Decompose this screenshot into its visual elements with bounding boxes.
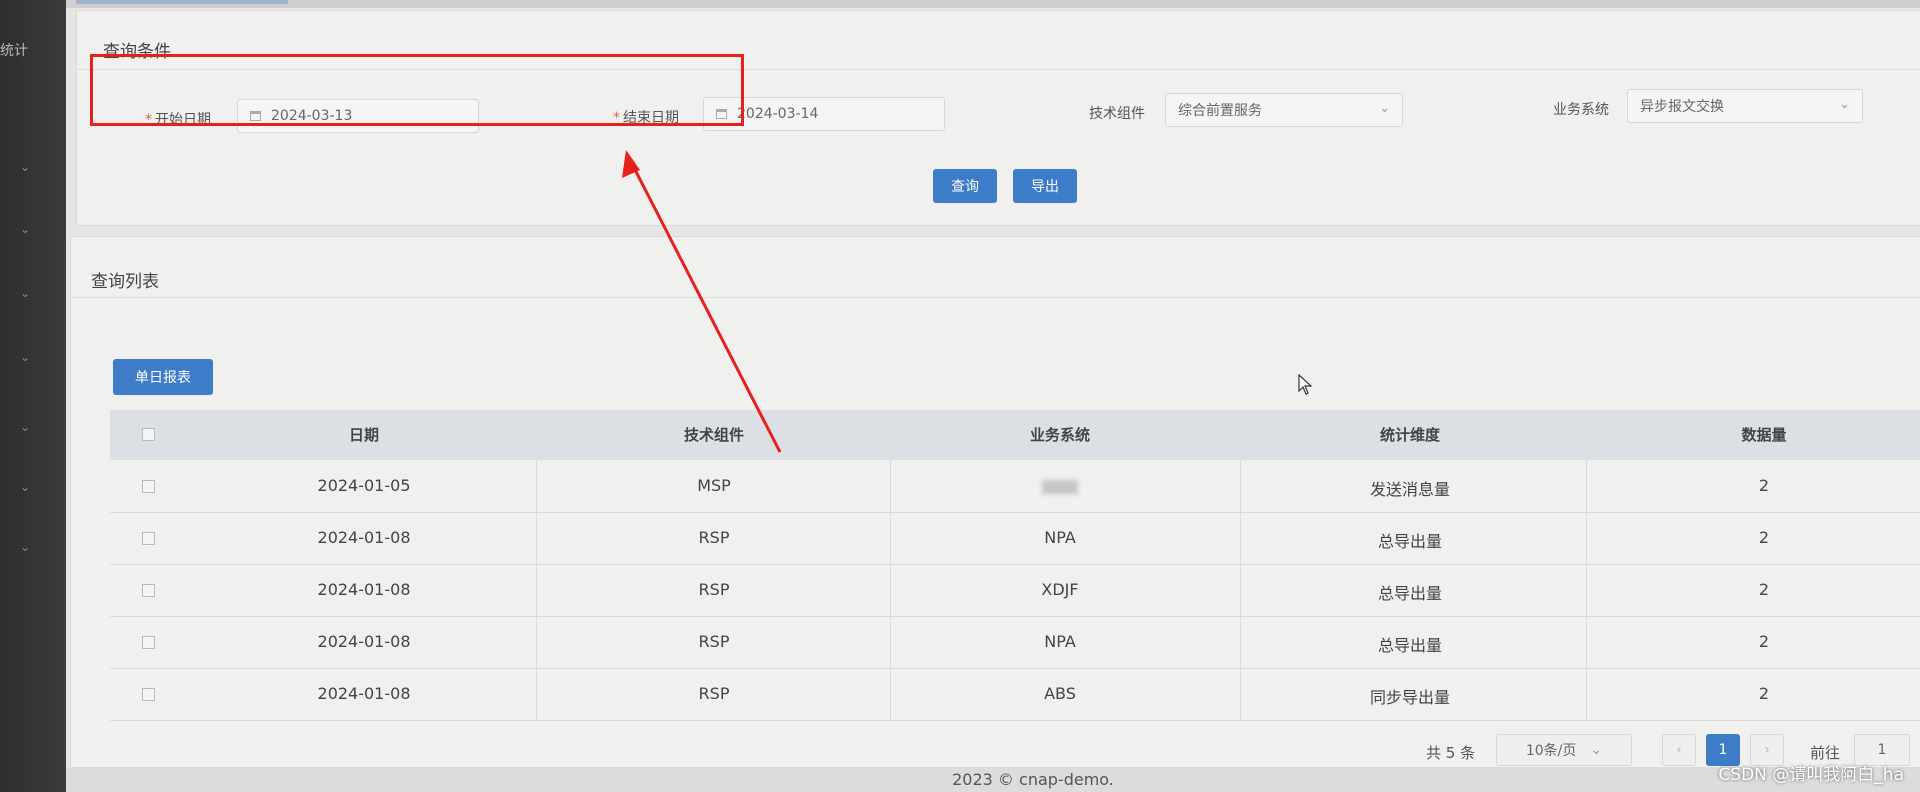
chevron-down-icon[interactable]: ⌄ bbox=[20, 420, 30, 434]
cell-component: MSP bbox=[697, 476, 731, 495]
redacted-value bbox=[1042, 479, 1078, 494]
cell-component: RSP bbox=[698, 528, 730, 547]
watermark: CSDN @请叫我阿白_ha bbox=[1718, 765, 1904, 785]
cell-date: 2024-01-08 bbox=[317, 684, 411, 703]
tech-component-select[interactable]: 综合前置服务 ⌄ bbox=[1165, 93, 1403, 127]
divider bbox=[71, 297, 1920, 298]
cell-date: 2024-01-05 bbox=[317, 476, 411, 495]
cell-count: 2 bbox=[1758, 528, 1770, 547]
active-tab-indicator bbox=[76, 0, 288, 4]
cell-date: 2024-01-08 bbox=[317, 632, 411, 651]
business-system-select[interactable]: 异步报文交换 ⌄ bbox=[1627, 89, 1863, 123]
column-divider bbox=[1240, 460, 1241, 720]
chevron-down-icon: ⌄ bbox=[1839, 97, 1850, 112]
cell-component: RSP bbox=[698, 632, 730, 651]
row-checkbox[interactable] bbox=[142, 480, 155, 493]
row-checkbox[interactable] bbox=[142, 584, 155, 597]
cell-dimension: 发送消息量 bbox=[1369, 480, 1451, 499]
column-divider bbox=[890, 460, 891, 720]
cell-system: XDJF bbox=[1041, 580, 1079, 599]
cell-dimension: 总导出量 bbox=[1377, 584, 1443, 603]
column-header-system[interactable]: 业务系统 bbox=[1030, 424, 1090, 445]
annotation-highlight-box bbox=[90, 54, 744, 126]
chevron-down-icon[interactable]: ⌄ bbox=[20, 480, 30, 494]
cell-system: NPA bbox=[1044, 632, 1076, 651]
sidebar: 统计 ⌄ ⌄ ⌄ ⌄ ⌄ ⌄ ⌄ bbox=[0, 0, 66, 792]
table-row[interactable]: 2024-01-08 RSP NPA 总导出量 2 bbox=[110, 616, 1920, 669]
footer: 2023 © cnap-demo. bbox=[66, 768, 1920, 792]
table-row[interactable]: 2024-01-05 MSP 发送消息量 2 bbox=[110, 460, 1920, 513]
chevron-down-icon[interactable]: ⌄ bbox=[20, 540, 30, 554]
cell-component: RSP bbox=[698, 684, 730, 703]
table-row[interactable]: 2024-01-08 RSP XDJF 总导出量 2 bbox=[110, 564, 1920, 617]
cell-system bbox=[1042, 476, 1078, 495]
cell-count: 2 bbox=[1758, 684, 1770, 703]
cell-dimension: 同步导出量 bbox=[1369, 688, 1451, 707]
prev-page-button[interactable]: ‹ bbox=[1662, 734, 1696, 766]
cell-system: NPA bbox=[1044, 528, 1076, 547]
query-button[interactable]: 查询 bbox=[933, 169, 997, 203]
cell-count: 2 bbox=[1758, 476, 1770, 495]
row-checkbox[interactable] bbox=[142, 688, 155, 701]
cell-count: 2 bbox=[1758, 632, 1770, 651]
cell-date: 2024-01-08 bbox=[317, 580, 411, 599]
select-all-checkbox[interactable] bbox=[142, 428, 155, 441]
column-header-dimension[interactable]: 统计维度 bbox=[1380, 424, 1440, 445]
page-size-select[interactable]: 10条/页 ⌄ bbox=[1496, 734, 1632, 766]
cell-dimension: 总导出量 bbox=[1377, 636, 1443, 655]
mouse-cursor-icon bbox=[1298, 374, 1313, 395]
table-row[interactable]: 2024-01-08 RSP ABS 同步导出量 2 bbox=[110, 668, 1920, 721]
pagination-total: 共 5 条 bbox=[1426, 744, 1476, 762]
tech-component-label: 技术组件 bbox=[1089, 106, 1145, 122]
chevron-down-icon[interactable]: ⌄ bbox=[20, 286, 30, 300]
chevron-down-icon[interactable]: ⌄ bbox=[20, 160, 30, 174]
column-header-date[interactable]: 日期 bbox=[349, 424, 379, 445]
list-card-title: 查询列表 bbox=[91, 272, 159, 292]
footer-text: 2023 © cnap-demo. bbox=[952, 770, 1114, 789]
chevron-down-icon: ⌄ bbox=[1379, 101, 1390, 116]
cell-date: 2024-01-08 bbox=[317, 528, 411, 547]
column-divider bbox=[1586, 460, 1587, 720]
tab-strip bbox=[66, 0, 1920, 8]
annotation-arrow-icon bbox=[622, 150, 782, 453]
row-checkbox[interactable] bbox=[142, 532, 155, 545]
chevron-down-icon[interactable]: ⌄ bbox=[20, 222, 30, 236]
table-row[interactable]: 2024-01-08 RSP NPA 总导出量 2 bbox=[110, 512, 1920, 565]
cell-system: ABS bbox=[1044, 684, 1076, 703]
cell-count: 2 bbox=[1758, 580, 1770, 599]
daily-report-button[interactable]: 单日报表 bbox=[113, 359, 213, 395]
chevron-down-icon: ⌄ bbox=[1590, 742, 1603, 758]
chevron-down-icon[interactable]: ⌄ bbox=[20, 350, 30, 364]
export-button[interactable]: 导出 bbox=[1013, 169, 1077, 203]
column-header-count[interactable]: 数据量 bbox=[1741, 424, 1786, 445]
table-header: 日期 技术组件 业务系统 统计维度 数据量 bbox=[110, 410, 1920, 460]
column-divider bbox=[536, 460, 537, 720]
row-checkbox[interactable] bbox=[142, 636, 155, 649]
cell-component: RSP bbox=[698, 580, 730, 599]
cell-dimension: 总导出量 bbox=[1377, 532, 1443, 551]
business-system-label: 业务系统 bbox=[1553, 102, 1609, 118]
sidebar-item-statistics[interactable]: 统计 bbox=[0, 40, 40, 60]
